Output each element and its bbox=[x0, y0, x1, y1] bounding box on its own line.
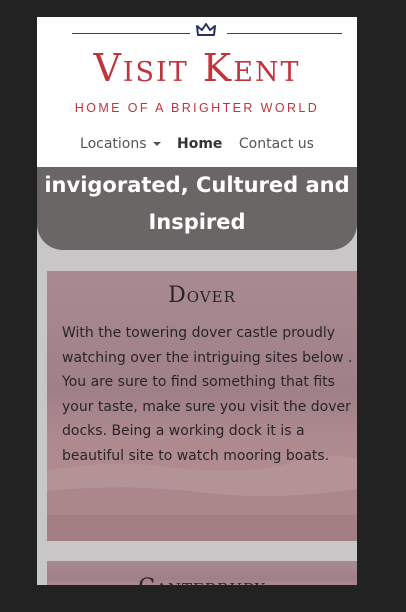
site-tagline: HOME OF A BRIGHTER WORLD bbox=[74, 101, 320, 115]
card-title: Dover bbox=[168, 283, 236, 308]
crown-icon bbox=[196, 23, 216, 36]
hero-heading: invigorated, Cultured and Inspired bbox=[37, 167, 357, 241]
header-divider-right bbox=[227, 33, 342, 34]
hero-banner: invigorated, Cultured and Inspired bbox=[37, 167, 357, 250]
card-title: Canterbury bbox=[47, 575, 357, 585]
location-card-canterbury: Canterbury bbox=[47, 561, 357, 585]
nav-contact-link[interactable]: Contact us bbox=[239, 135, 314, 153]
nav-locations-label: Locations bbox=[80, 136, 147, 152]
site-logo-title[interactable]: Visit Kent bbox=[37, 45, 357, 91]
site-header: Visit Kent HOME OF A BRIGHTER WORLD Loca… bbox=[37, 17, 357, 167]
hero-line-1: invigorated, Cultured and bbox=[44, 173, 350, 197]
page: Visit Kent HOME OF A BRIGHTER WORLD Loca… bbox=[37, 17, 357, 585]
hero-line-2: Inspired bbox=[148, 210, 246, 234]
location-card-dover: Dover With the towering dover castle pro… bbox=[47, 271, 357, 541]
nav-locations-dropdown[interactable]: Locations bbox=[80, 135, 161, 153]
card-description: With the towering dover castle proudly w… bbox=[62, 325, 353, 464]
header-divider-left bbox=[72, 33, 190, 34]
caret-down-icon bbox=[152, 142, 161, 146]
main-nav: Locations Home Contact us bbox=[37, 135, 357, 153]
nav-home-link[interactable]: Home bbox=[177, 135, 222, 153]
